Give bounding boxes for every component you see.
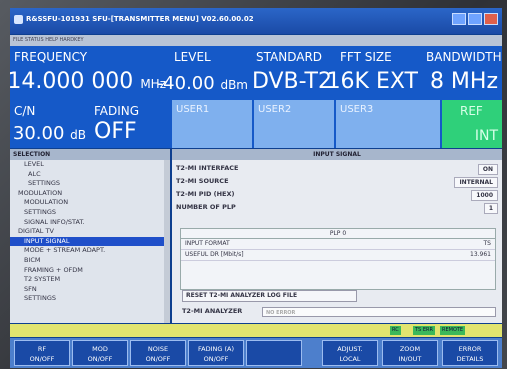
user3-cell[interactable]: USER3 [336,100,440,148]
softkey-fading[interactable]: FADING (A) ON/OFF [188,340,244,366]
input-format-row[interactable]: INPUT FORMAT TS [181,239,495,250]
useful-dr-value: 13.961 [470,251,491,258]
info-panel: FREQUENCY 514.000 000 MHz LEVEL -40.00 d… [10,46,502,148]
tree-item[interactable]: MODULATION [10,189,170,199]
minimize-button[interactable] [452,13,466,25]
user2-cell[interactable]: USER2 [254,100,334,148]
fft-size-label: FFT SIZE [340,50,392,64]
menu-bar[interactable]: FILE STATUS HELP HARDKEY [10,35,502,46]
softkey-adjust-local[interactable]: ADJUST. LOCAL [322,340,378,366]
ref-cell[interactable]: REF INT [442,100,502,148]
standard-label: STANDARD [256,50,323,64]
fft-size-value: 16K EXT [326,69,418,94]
user3-label: USER3 [340,104,374,115]
t2mi-pid-row: T2-MI PID (HEX) 1000 [176,190,498,201]
close-button[interactable] [484,13,498,25]
user1-cell[interactable]: USER1 [172,100,252,148]
maximize-button[interactable] [468,13,482,25]
status-remote: REMOTE [440,326,466,335]
num-plp-field[interactable]: 1 [483,203,498,214]
user2-label: USER2 [258,104,292,115]
tree-item[interactable]: LEVEL [10,160,170,170]
plp-header: PLP 0 [181,229,495,239]
t2mi-interface-label: T2-MI INTERFACE [176,164,239,172]
bandwidth-cell[interactable]: BANDWIDTH 8 MHz [422,46,502,98]
frequency-value: 514.000 000 MHz [10,69,166,94]
tree-item[interactable]: FRAMING + OFDM [10,266,170,276]
fading-cell[interactable]: FADING OFF [90,100,170,148]
window-controls [450,13,498,27]
cn-value: 30.00 dB [12,123,86,144]
softkey-bar: RF ON/OFF MOD ON/OFF NOISE ON/OFF FADING (A… [10,338,502,368]
frequency-label: FREQUENCY [14,50,88,64]
bandwidth-label: BANDWIDTH [426,50,502,64]
t2mi-analyzer-row: T2-MI ANALYZER NO ERROR [182,307,496,319]
bandwidth-value: 8 MHz [429,69,498,94]
tree-item[interactable]: SFN [10,285,170,295]
fading-label: FADING [94,104,140,118]
tree-item[interactable]: MODE + STREAM ADAPT. [10,246,170,256]
useful-dr-label: USEFUL DR [Mbit/s] [185,251,244,258]
ref-label: REF [460,104,483,118]
t2mi-pid-field[interactable]: 1000 [471,190,498,201]
input-format-value: TS [483,240,491,247]
title-bar: R&SSFU-101931 SFU-[TRANSMITTER MENU] V02… [10,8,502,34]
num-plp-row: NUMBER OF PLP 1 [176,203,498,214]
num-plp-label: NUMBER OF PLP [176,203,236,211]
t2mi-pid-label: T2-MI PID (HEX) [176,190,235,198]
selection-header: SELECTION [10,149,170,160]
t2mi-interface-select[interactable]: ON [477,164,498,175]
tree-item[interactable]: SIGNAL INFO/STAT. [10,218,170,228]
fading-value: OFF [94,119,137,144]
softkey-noise[interactable]: NOISE ON/OFF [130,340,186,366]
level-cell[interactable]: LEVEL -40.00 dBm [157,46,252,98]
tree-item[interactable]: BICM [10,256,170,266]
tree-item-selected[interactable]: INPUT SIGNAL [10,236,170,247]
tree-item[interactable]: DIGITAL TV [10,227,170,237]
status-rc: RC [390,326,401,335]
softkey-mod[interactable]: MOD ON/OFF [72,340,128,366]
level-label: LEVEL [174,50,211,64]
standard-cell[interactable]: STANDARD DVB-T2 [252,46,336,98]
useful-dr-row[interactable]: USEFUL DR [Mbit/s] 13.961 [181,250,495,261]
standard-value: DVB-T2 [251,69,332,94]
plp-table: PLP 0 INPUT FORMAT TS USEFUL DR [Mbit/s]… [180,228,496,290]
cn-cell[interactable]: C/N 30.00 dB [10,100,90,148]
tree-item[interactable]: SETTINGS [10,208,170,218]
softkey-error-details[interactable]: ERROR DETAILS [442,340,498,366]
softkey-blank[interactable] [246,340,302,366]
level-value: -40.00 dBm [156,73,248,94]
tree-scrollbar[interactable] [164,160,170,323]
t2mi-interface-row: T2-MI INTERFACE ON [176,164,498,175]
tree-item[interactable]: MODULATION [10,198,170,208]
tree-item[interactable]: T2 SYSTEM [10,275,170,285]
tree-item[interactable]: ALC [10,170,170,180]
input-signal-header: INPUT SIGNAL [172,149,502,160]
status-bar: RC TS ERR REMOTE [10,324,502,337]
fft-size-cell[interactable]: FFT SIZE 16K EXT [327,46,422,98]
app-logo-icon [14,15,23,24]
frequency-cell[interactable]: FREQUENCY 514.000 000 MHz [10,46,170,98]
selection-tree[interactable]: LEVEL ALC SETTINGS MODULATION MODULATION… [10,160,170,323]
input-format-label: INPUT FORMAT [185,240,230,247]
t2mi-analyzer-field: NO ERROR [262,307,496,317]
t2mi-source-label: T2-MI SOURCE [176,177,229,185]
input-signal-pane: T2-MI INTERFACE ON T2-MI SOURCE INTERNAL… [172,160,502,323]
tree-item[interactable]: SETTINGS [10,294,170,304]
softkey-rf[interactable]: RF ON/OFF [14,340,70,366]
softkey-zoom[interactable]: ZOOM IN/OUT [382,340,438,366]
tree-item[interactable]: SETTINGS [10,179,170,189]
instrument-screen: R&SSFU-101931 SFU-[TRANSMITTER MENU] V02… [10,8,502,368]
t2mi-source-row: T2-MI SOURCE INTERNAL [176,177,498,188]
window-title: R&SSFU-101931 SFU-[TRANSMITTER MENU] V02… [26,15,254,23]
cn-label: C/N [14,104,36,118]
status-ts-err: TS ERR [413,326,435,335]
t2mi-analyzer-label: T2-MI ANALYZER [182,307,243,315]
user1-label: USER1 [176,104,210,115]
t2mi-source-select[interactable]: INTERNAL [454,177,498,188]
reset-analyzer-log-button[interactable]: RESET T2-MI ANALYZER LOG FILE [182,290,357,302]
ref-value: INT [474,128,498,144]
